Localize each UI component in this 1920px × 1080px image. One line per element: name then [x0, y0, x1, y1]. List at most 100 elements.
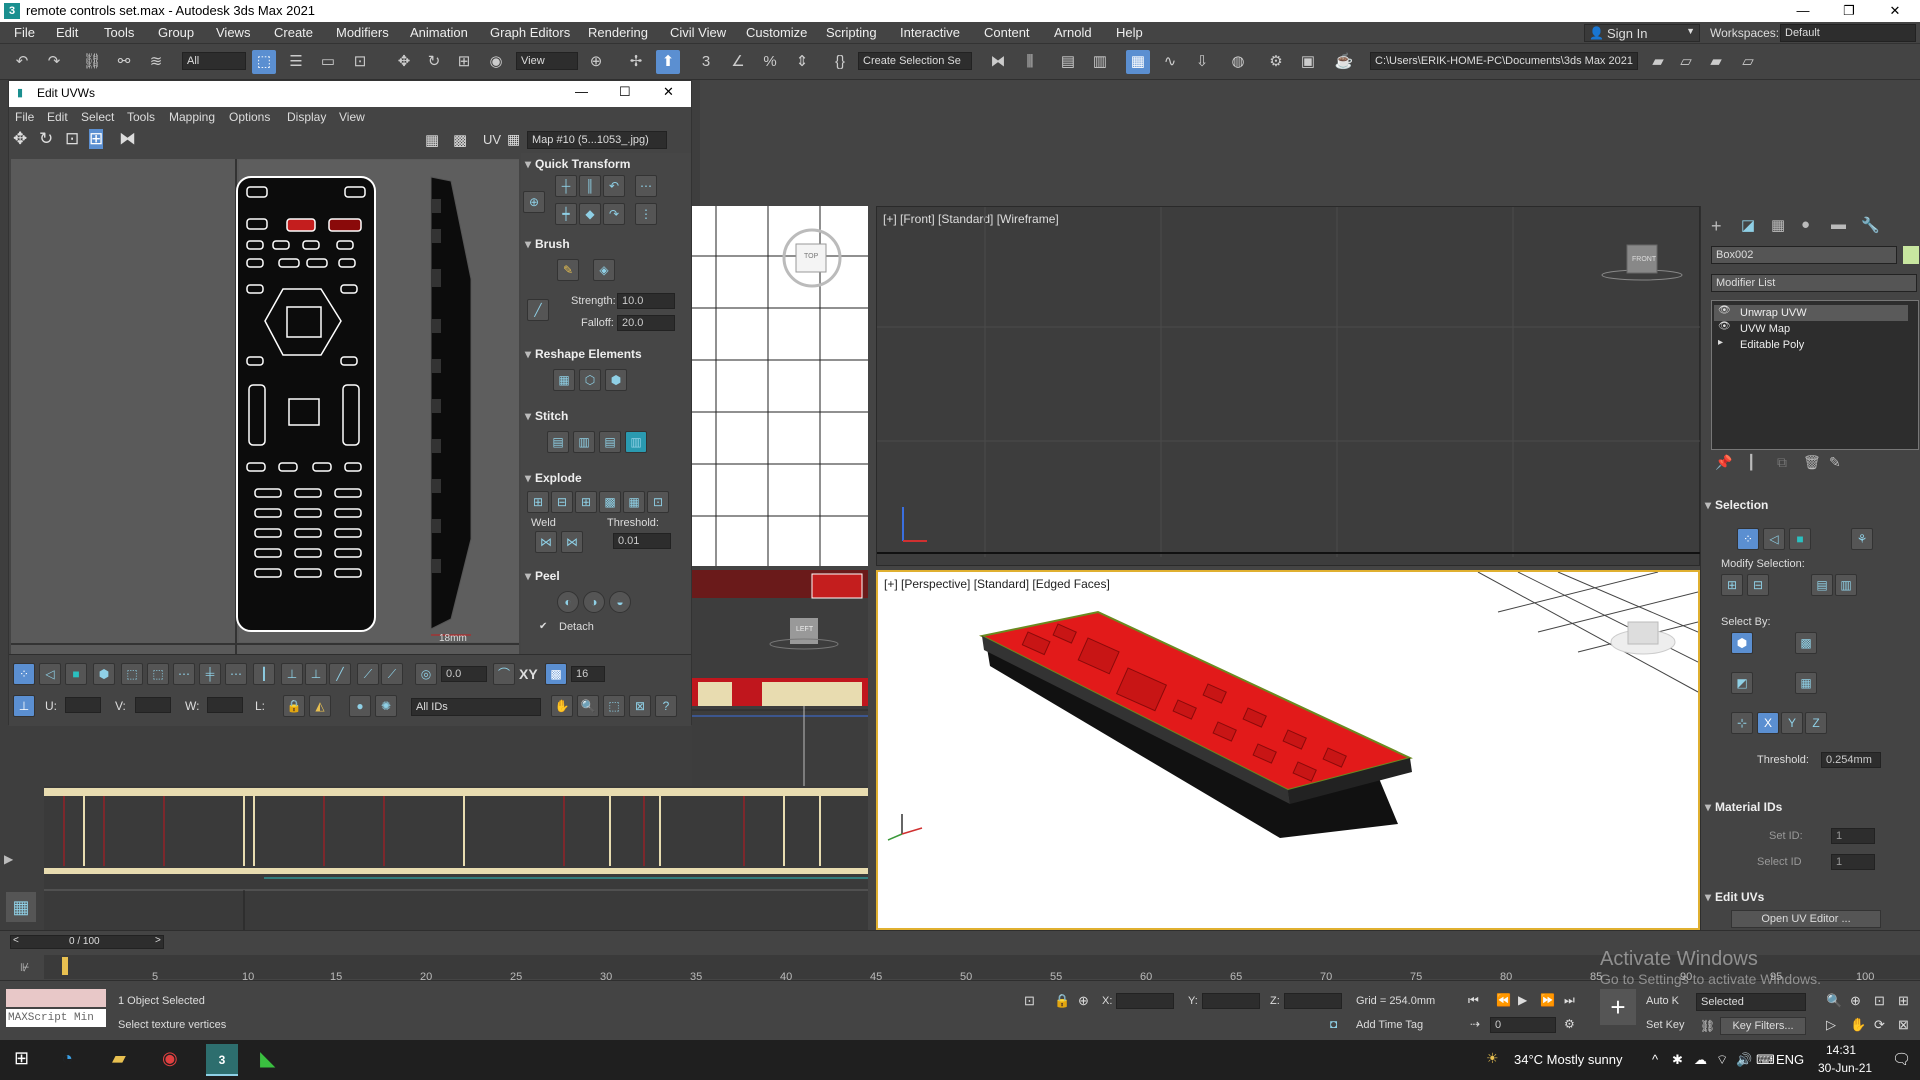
volume-icon[interactable]: 🔊: [1736, 1052, 1752, 1068]
set-id-spinner[interactable]: 1: [1831, 828, 1875, 844]
weather-text[interactable]: 34°C Mostly sunny: [1514, 1052, 1623, 1067]
stitch-settings-icon[interactable]: ▥: [625, 431, 647, 453]
threshold-spinner[interactable]: 0.254mm: [1821, 752, 1881, 768]
project-folder-icon[interactable]: ▰: [1646, 50, 1670, 74]
edit-named-selection-icon[interactable]: {}: [828, 50, 852, 74]
rotate-plus-90-icon[interactable]: ↷: [603, 203, 625, 225]
uv-editor-canvas[interactable]: 18mm: [11, 159, 519, 654]
grow-shrink-icon[interactable]: ⋯: [173, 663, 195, 685]
flatten-by-material-icon[interactable]: ▩: [599, 491, 621, 513]
grow-icon[interactable]: ⊞: [1721, 574, 1743, 596]
reset-peel-icon[interactable]: ◒: [609, 591, 631, 613]
rect-selection-icon[interactable]: ▭: [316, 50, 340, 74]
uvw-transform-icon[interactable]: ⊥: [13, 695, 35, 717]
orbit-icon[interactable]: ⟳: [1874, 1017, 1885, 1033]
reshape-elements-header[interactable]: Reshape Elements: [521, 347, 691, 361]
menu-modifiers[interactable]: Modifiers: [336, 25, 389, 40]
cloud-icon[interactable]: ☁: [1694, 1052, 1707, 1068]
freeze-icon[interactable]: ●: [349, 695, 371, 717]
pin-stack-icon[interactable]: 📌: [1715, 454, 1732, 471]
grid-snap-icon[interactable]: ▩: [545, 663, 567, 685]
viewport-perspective[interactable]: [+] [Perspective] [Standard] [Edged Face…: [876, 570, 1700, 930]
link-icon[interactable]: ⛓: [80, 50, 104, 74]
next-frame-icon[interactable]: ⏩: [1540, 993, 1555, 1007]
paint-select-icon[interactable]: ⬚: [147, 663, 169, 685]
scene-explorer-icon[interactable]: ▤: [1056, 50, 1080, 74]
display-tab-icon[interactable]: ▬: [1831, 216, 1846, 233]
select-object-icon[interactable]: ⬚: [252, 50, 276, 74]
strength-spinner[interactable]: 10.0: [617, 293, 675, 309]
sel-poly-icon[interactable]: ■: [1789, 528, 1811, 550]
menu-edit[interactable]: Edit: [56, 25, 78, 40]
bind-space-warp-icon[interactable]: ≋: [144, 50, 168, 74]
goto-start-icon[interactable]: ⏮: [1468, 993, 1479, 1008]
curve-editor-icon[interactable]: ∿: [1158, 50, 1182, 74]
relax-settings-icon[interactable]: ⬢: [605, 369, 627, 391]
edge-browser-icon[interactable]: ◔: [62, 1048, 73, 1069]
sel-vertex-icon[interactable]: ⁘: [1737, 528, 1759, 550]
set-key-button[interactable]: +: [1600, 989, 1636, 1025]
uvw-scale-icon[interactable]: ⊡: [65, 129, 79, 149]
uvw-menu-options[interactable]: Options: [229, 110, 270, 124]
keyboard-icon[interactable]: ⌨: [1756, 1052, 1775, 1068]
menu-views[interactable]: Views: [216, 25, 250, 40]
modify-tab-icon[interactable]: ◪: [1741, 216, 1755, 234]
select-x-icon[interactable]: ⊹: [1731, 712, 1753, 734]
uvw-mirror-icon[interactable]: ⧓: [119, 129, 136, 149]
modifier-uvw-map[interactable]: UVW Map: [1714, 321, 1908, 337]
render-frame-icon[interactable]: ▣: [1296, 50, 1320, 74]
menu-civil-view[interactable]: Civil View: [670, 25, 726, 40]
minimize-button[interactable]: —: [1780, 0, 1826, 22]
align-icon[interactable]: ⫼: [1018, 50, 1042, 74]
tray-chevron-icon[interactable]: ^: [1652, 1052, 1658, 1067]
green-app-icon[interactable]: ◣: [260, 1046, 275, 1071]
selection-filter-dropdown[interactable]: All: [182, 52, 246, 70]
menu-interactive[interactable]: Interactive: [900, 25, 960, 40]
spinner-snap-icon[interactable]: ⇕: [790, 50, 814, 74]
menu-content[interactable]: Content: [984, 25, 1030, 40]
lock-icon[interactable]: 🔒: [283, 695, 305, 717]
menu-create[interactable]: Create: [274, 25, 313, 40]
key-mode-icon[interactable]: ⇢: [1470, 1017, 1480, 1031]
falloff-spinner[interactable]: 20.0: [617, 315, 675, 331]
redo-icon[interactable]: ↷: [42, 50, 66, 74]
uvw-menu-tools[interactable]: Tools: [127, 110, 155, 124]
break-icon[interactable]: ⊞: [527, 491, 549, 513]
mirror-icon[interactable]: ⧓: [986, 50, 1010, 74]
paint-move-icon[interactable]: ✎: [557, 259, 579, 281]
snap-icon[interactable]: ?: [655, 695, 677, 717]
element-mode-icon[interactable]: ⬢: [93, 663, 115, 685]
create-project-icon[interactable]: ▰: [1704, 50, 1728, 74]
create-tab-icon[interactable]: +: [1711, 216, 1722, 237]
pan-icon[interactable]: ✋: [551, 695, 573, 717]
viewport-layout-icon[interactable]: ▦: [6, 892, 36, 922]
time-prev-icon[interactable]: <: [13, 935, 19, 946]
uvw-menu-file[interactable]: File: [15, 110, 34, 124]
straighten-selection-icon[interactable]: ▦: [553, 369, 575, 391]
polygon-mode-icon[interactable]: ■: [65, 663, 87, 685]
uvw-grid-icon[interactable]: ▩: [453, 131, 467, 149]
weld-all-icon[interactable]: ⋈: [561, 531, 583, 553]
space-horizontal-icon[interactable]: ⋯: [635, 175, 657, 197]
pan-view-icon[interactable]: ✋: [1850, 1017, 1866, 1033]
zoom-nav-icon[interactable]: 🔍: [1826, 993, 1842, 1009]
key-filters-button[interactable]: Key Filters...: [1720, 1017, 1806, 1035]
loop-icon[interactable]: ▤: [1811, 574, 1833, 596]
rotation-spinner[interactable]: 0.0: [441, 666, 487, 682]
scale-icon[interactable]: ⊞: [452, 50, 476, 74]
uvw-menu-mapping[interactable]: Mapping: [169, 110, 215, 124]
selection-set-dropdown[interactable]: Create Selection Se: [858, 52, 972, 70]
render-setup-icon[interactable]: ⚙: [1264, 50, 1288, 74]
modifier-unwrap-uvw[interactable]: Unwrap UVW: [1714, 305, 1908, 321]
menu-help[interactable]: Help: [1116, 25, 1143, 40]
percent-snap-icon[interactable]: %: [758, 50, 782, 74]
project-path-dropdown[interactable]: C:\Users\ERIK-HOME-PC\Documents\3ds Max …: [1370, 52, 1638, 70]
material-editor-icon[interactable]: ◍: [1226, 50, 1250, 74]
open-project-icon[interactable]: ▱: [1674, 50, 1698, 74]
utilities-tab-icon[interactable]: 🔧: [1861, 216, 1880, 234]
select-by-edge-loop-icon[interactable]: ▩: [1795, 632, 1817, 654]
configure-modifier-icon[interactable]: ✎: [1829, 454, 1841, 471]
menu-rendering[interactable]: Rendering: [588, 25, 648, 40]
shrink-icon[interactable]: ⊟: [1747, 574, 1769, 596]
detach-edge-verts-icon[interactable]: ⊟: [551, 491, 573, 513]
